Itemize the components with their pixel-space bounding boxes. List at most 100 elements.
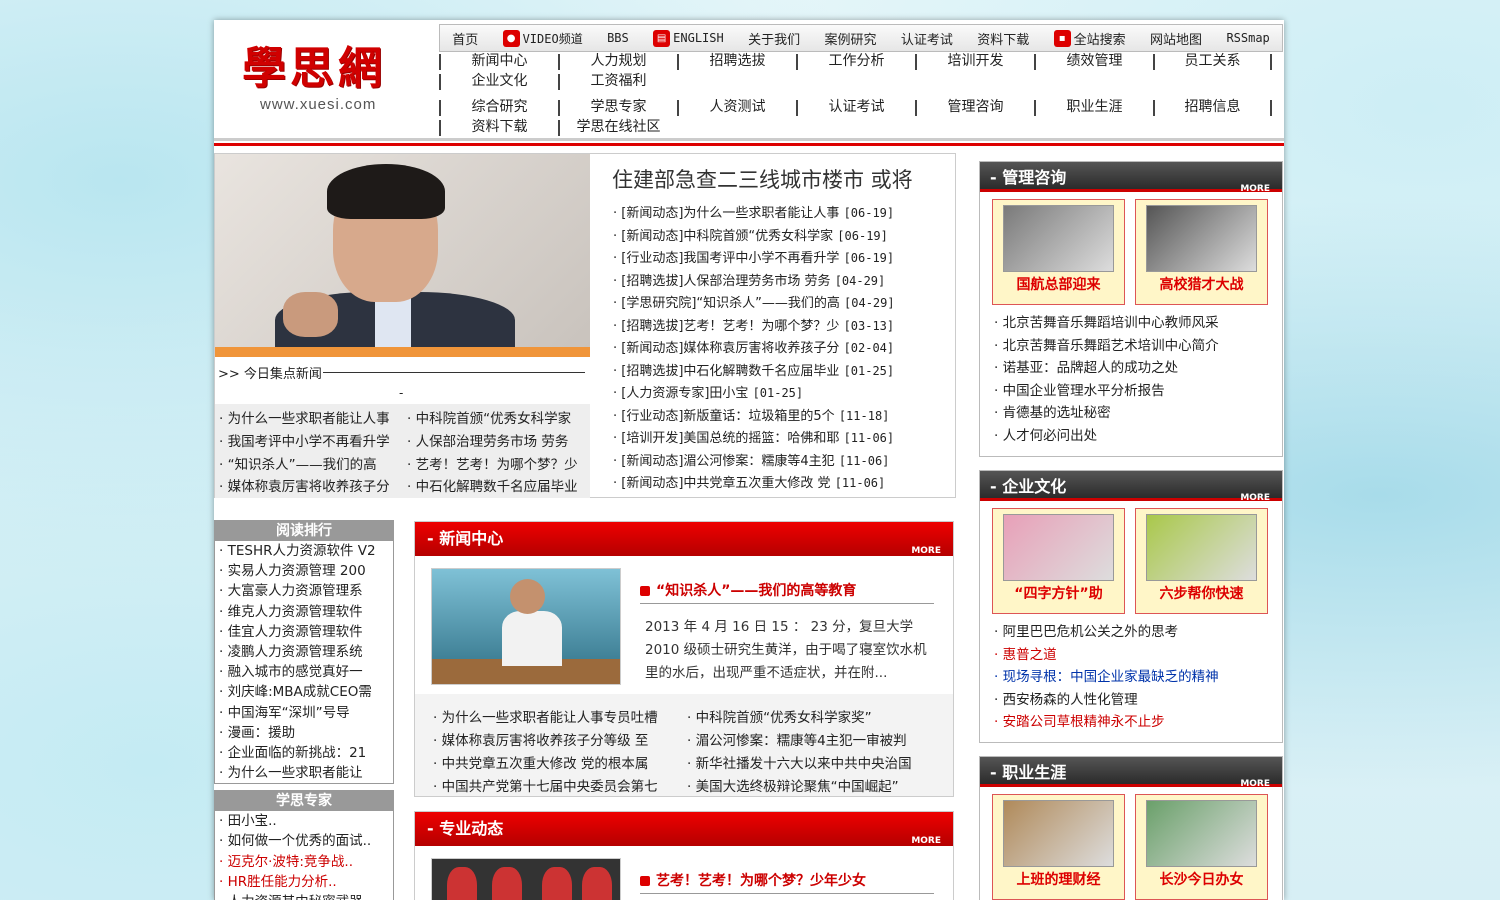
focus-list-item[interactable]: · 媒体称袁厉害将收养孩子分 [219, 475, 407, 495]
sidebar-list-item[interactable]: · 北京苦舞音乐舞蹈培训中心教师风采 [994, 312, 1282, 335]
news-list-item[interactable]: · [招聘选拔]中石化解聘数千名应届毕业 [01-25] [613, 360, 953, 383]
news-center-list-item[interactable]: · 媒体称袁厉害将收养孩子分等级 至 [433, 731, 687, 751]
ranking-item[interactable]: · 实易人力资源管理 200 [215, 561, 393, 581]
ranking-item[interactable]: · 大富豪人力资源管理系 [215, 581, 393, 601]
news-list-item[interactable]: · [新闻动态]媒体称袁厉害将收养孩子分 [02-04] [613, 337, 953, 360]
expert-item[interactable]: · 如何做一个优秀的面试.. [215, 831, 393, 851]
ranking-item[interactable]: · 维克人力资源管理软件 [215, 602, 393, 622]
news-center-list-item[interactable]: · 中共党章五次重大修改 党的根本属 [433, 754, 687, 774]
pro-news-more-button[interactable]: MORE [911, 824, 941, 858]
sidebar-more-button[interactable]: MORE [1240, 173, 1270, 205]
sidebar-thumb[interactable]: “四字方针”助 [992, 508, 1125, 614]
main-nav-item[interactable]: 新闻中心 [439, 54, 558, 70]
news-center-list-item[interactable]: · 中科院首颁“优秀女科学家奖” [687, 708, 941, 728]
ranking-item[interactable]: · 佳宜人力资源管理软件 [215, 622, 393, 642]
main-nav-item[interactable]: 人力规划 [558, 54, 677, 70]
main-nav-item[interactable]: 工作分析 [796, 54, 915, 70]
top-nav-item[interactable]: ▤ ENGLISH [653, 29, 724, 47]
main-nav-item[interactable]: 认证考试 [796, 100, 915, 116]
sidebar-thumb[interactable]: 上班的理财经 [992, 794, 1125, 900]
news-list-item[interactable]: · [招聘选拔]艺考！艺考！为哪个梦？少 [03-13] [613, 315, 953, 338]
sidebar-thumb[interactable]: 高校猎才大战 [1135, 199, 1268, 305]
top-nav-item[interactable]: 资料下载 [977, 29, 1029, 48]
news-list-item[interactable]: · [人力资源专家]田小宝 [01-25] [613, 382, 953, 405]
ranking-item[interactable]: · 漫画：援助 [215, 723, 393, 743]
focus-list-item[interactable]: · 艺考！艺考！为哪个梦？少 [407, 453, 590, 473]
main-nav-item[interactable]: 管理咨询 [915, 100, 1034, 116]
main-nav-item[interactable]: 学思在线社区 [558, 120, 677, 136]
news-list-item[interactable]: · [培训开发]美国总统的摇篮：哈佛和耶 [11-06] [613, 427, 953, 450]
focus-photo[interactable] [215, 154, 590, 347]
pro-news-headline[interactable]: 艺考！艺考！为哪个梦？少年少女 [640, 870, 934, 894]
sidebar-list-item[interactable]: · 肯德基的选址秘密 [994, 402, 1282, 425]
ranking-item[interactable]: · 为什么一些求职者能让 [215, 763, 393, 783]
top-nav-item[interactable]: 案例研究 [824, 29, 876, 48]
news-list-item[interactable]: · [学思研究院]“知识杀人”——我们的高 [04-29] [613, 292, 953, 315]
news-center-more-button[interactable]: MORE [911, 534, 941, 568]
sidebar-list-item[interactable]: · 安踏公司草根精神永不止步 [994, 711, 1282, 734]
ranking-item[interactable]: · TESHR人力资源软件 V2 [215, 541, 393, 561]
news-list-item[interactable]: · [新闻动态]为什么一些求职者能让人事 [06-19] [613, 202, 953, 225]
main-nav-item[interactable]: 培训开发 [915, 54, 1034, 70]
focus-list-item[interactable]: · 人保部治理劳务市场 劳务 [407, 430, 590, 450]
sidebar-list-item[interactable]: · 阿里巴巴危机公关之外的思考 [994, 621, 1282, 644]
top-nav-item[interactable]: ▪ 全站搜索 [1053, 29, 1126, 48]
sidebar-list-item[interactable]: · 北京苦舞音乐舞蹈艺术培训中心简介 [994, 335, 1282, 358]
focus-list-item[interactable]: · 我国考评中小学不再看升学 [219, 430, 407, 450]
ranking-item[interactable]: · 刘庆峰:MBA成就CEO需 [215, 682, 393, 702]
main-nav-item[interactable]: 工资福利 [558, 74, 677, 90]
news-list-item[interactable]: · [招聘选拔]人保部治理劳务市场 劳务 [04-29] [613, 270, 953, 293]
top-nav-item[interactable]: ● VIDEO频道 [502, 29, 583, 47]
sidebar-list-item[interactable]: · 中国企业管理水平分析报告 [994, 380, 1282, 403]
sidebar-list-item[interactable]: · 现场寻根：中国企业家最缺乏的精神 [994, 666, 1282, 689]
news-center-list-item[interactable]: · 美国大选终极辩论聚焦“中国崛起” [687, 777, 941, 797]
expert-item[interactable]: · 人力资源其中秘密武器 [215, 892, 393, 900]
news-list-item[interactable]: · [新闻动态]中科院首颁“优秀女科学家 [06-19] [613, 225, 953, 248]
focus-list-item[interactable]: · “知识杀人”——我们的高 [219, 453, 407, 473]
news-list-item[interactable]: · [行业动态]我国考评中小学不再看升学 [06-19] [613, 247, 953, 270]
main-nav-item[interactable]: 招聘选拔 [677, 54, 796, 70]
site-logo[interactable]: 學思網 www.xuesi.com [242, 42, 417, 117]
ranking-item[interactable]: · 中国海军“深圳”号导 [215, 703, 393, 723]
main-nav-item[interactable]: 招聘信息 [1153, 100, 1272, 116]
news-list-item[interactable]: · [新闻动态]中共党章五次重大修改 党 [11-06] [613, 472, 953, 495]
expert-item[interactable]: · 田小宝.. [215, 811, 393, 831]
ranking-item[interactable]: · 凌鹏人力资源管理系统 [215, 642, 393, 662]
top-nav-item[interactable]: 认证考试 [901, 29, 953, 48]
expert-item[interactable]: · 迈克尔·波特:竞争战.. [215, 852, 393, 872]
top-nav-item[interactable]: 首页 [452, 29, 478, 48]
top-nav-item[interactable]: BBS [607, 31, 629, 45]
ranking-item[interactable]: · 融入城市的感觉真好一 [215, 662, 393, 682]
main-nav-item[interactable]: 员工关系 [1153, 54, 1272, 70]
news-center-list-item[interactable]: · 中国共产党第十七届中央委员会第七 [433, 777, 687, 797]
main-nav-item[interactable]: 综合研究 [439, 100, 558, 116]
top-nav-item[interactable]: RSSmap [1226, 31, 1269, 45]
sidebar-more-button[interactable]: MORE [1240, 482, 1270, 514]
sidebar-list-item[interactable]: · 西安杨森的人性化管理 [994, 689, 1282, 712]
main-nav-item[interactable]: 资料下载 [439, 120, 558, 136]
main-nav-item[interactable]: 企业文化 [439, 74, 558, 90]
news-list-item[interactable]: · [新闻动态]湄公河惨案：糯康等4主犯 [11-06] [613, 450, 953, 473]
sidebar-thumb[interactable]: 六步帮你快速 [1135, 508, 1268, 614]
main-nav-item[interactable]: 学思专家 [558, 100, 677, 116]
focus-list-item[interactable]: · 中石化解聘数千名应届毕业 [407, 475, 590, 495]
focus-list-item[interactable]: · 为什么一些求职者能让人事 [219, 407, 407, 427]
sidebar-more-button[interactable]: MORE [1240, 768, 1270, 800]
news-center-list-item[interactable]: · 湄公河惨案：糯康等4主犯一审被判 [687, 731, 941, 751]
top-nav-item[interactable]: 关于我们 [748, 29, 800, 48]
news-center-list-item[interactable]: · 为什么一些求职者能让人事专员吐槽 [433, 708, 687, 728]
expert-item[interactable]: · HR胜任能力分析.. [215, 872, 393, 892]
headline-link[interactable]: 住建部急查二三线城市楼市 或将 [612, 164, 913, 194]
news-center-list-item[interactable]: · 新华社播发十六大以来中共中央治国 [687, 754, 941, 774]
news-center-photo[interactable] [431, 568, 621, 685]
main-nav-item[interactable]: 人资测试 [677, 100, 796, 116]
sidebar-list-item[interactable]: · 惠普之道 [994, 644, 1282, 667]
ranking-item[interactable]: · 企业面临的新挑战：21 [215, 743, 393, 763]
top-nav-item[interactable]: 网站地图 [1150, 29, 1202, 48]
main-nav-item[interactable]: 绩效管理 [1034, 54, 1153, 70]
news-list-item[interactable]: · [行业动态]新版童话：垃圾箱里的5个 [11-18] [613, 405, 953, 428]
sidebar-list-item[interactable]: · 诺基亚：品牌超人的成功之处 [994, 357, 1282, 380]
pro-news-photo[interactable] [431, 858, 621, 900]
main-nav-item[interactable]: 职业生涯 [1034, 100, 1153, 116]
sidebar-thumb[interactable]: 国航总部迎来 [992, 199, 1125, 305]
